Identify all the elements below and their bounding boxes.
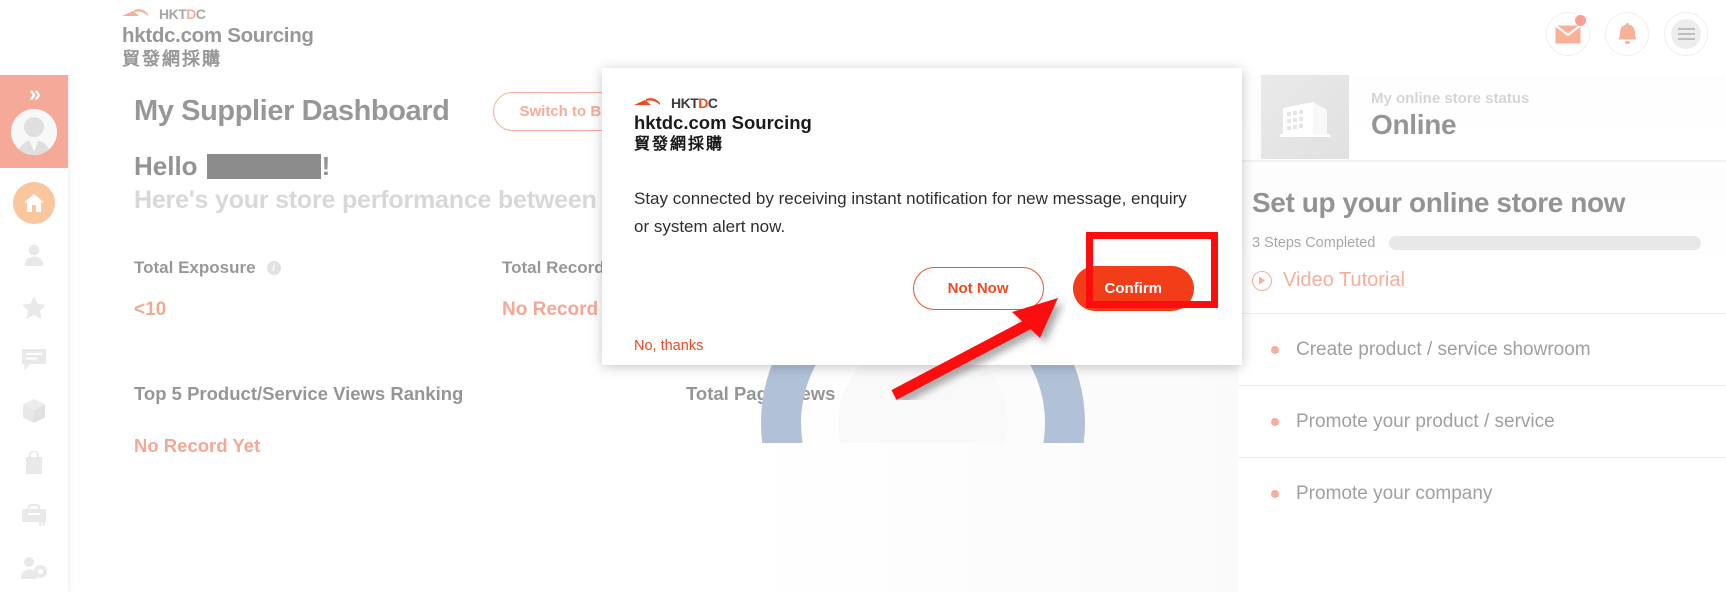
person-gear-icon (21, 556, 47, 579)
store-building-thumb (1261, 71, 1349, 159)
dialog-body: HKTDC hktdc.com Sourcing 貿發網採購 Stay conn… (602, 68, 1242, 312)
setup-section: Set up your online store now 3 Steps Com… (1238, 162, 1726, 292)
play-triangle-icon (1259, 276, 1265, 285)
envelope-icon (1555, 24, 1581, 43)
task-label: Promote your product / service (1296, 410, 1555, 432)
sidebar-item-profile[interactable] (0, 229, 68, 281)
avatar-head (24, 117, 44, 137)
mail-button[interactable] (1546, 12, 1590, 56)
notification-permission-dialog: HKTDC hktdc.com Sourcing 貿發網採購 Stay conn… (602, 68, 1242, 365)
brand-english-name: hktdc.com Sourcing (122, 24, 314, 47)
hktdc-swoosh-icon (122, 8, 148, 16)
ranking-empty-state: No Record Yet (134, 435, 261, 456)
hktdc-mark-row: HKTDC (122, 6, 314, 22)
task-label: Create product / service showroom (1296, 338, 1591, 360)
sidebar-header: » (0, 68, 68, 168)
sidebar-nav (0, 168, 68, 592)
sidebar-item-reports[interactable] (0, 489, 68, 541)
hamburger-menu-icon (1677, 28, 1695, 40)
list-item[interactable]: Promote your product / service (1238, 385, 1726, 457)
dialog-message: Stay connected by receiving instant noti… (634, 189, 1187, 236)
notifications-button[interactable] (1605, 12, 1649, 56)
hamburger-menu-button[interactable] (1664, 12, 1708, 56)
store-status-label: My online store status (1371, 89, 1530, 107)
greeting-prefix: Hello (134, 151, 198, 181)
page-title: My Supplier Dashboard (134, 95, 450, 127)
store-building-icon (1280, 102, 1330, 137)
setup-progress-row: 3 Steps Completed (1252, 235, 1726, 251)
steps-completed-text: 3 Steps Completed (1252, 235, 1376, 251)
store-status-value: Online (1371, 108, 1457, 140)
home-icon (24, 194, 44, 212)
hktdc-swoosh-icon (634, 97, 660, 105)
shopping-bag-icon (26, 451, 42, 474)
brand-logo[interactable]: HKTDC hktdc.com Sourcing 貿發網採購 (122, 6, 314, 70)
right-panel: My online store status Online Set up you… (1238, 70, 1726, 592)
chat-bubble-icon (22, 348, 46, 370)
home-active-circle (13, 182, 55, 224)
hamburger-icon-bg (1671, 19, 1701, 49)
list-item[interactable]: Promote your company (1238, 457, 1726, 529)
box-package-icon (23, 399, 45, 423)
app-root: HKTDC hktdc.com Sourcing 貿發網採購 » My Supp… (0, 0, 1726, 592)
redacted-username (206, 154, 321, 179)
sidebar-item-messages[interactable] (0, 333, 68, 385)
left-sidebar: » (0, 68, 68, 592)
stat-label: Total Exposure (134, 258, 256, 277)
ranking-title: Top 5 Product/Service Views Ranking (134, 383, 464, 404)
play-circle-icon (1252, 270, 1272, 291)
info-icon[interactable]: i (266, 261, 281, 275)
store-status-section: My online store status Online (1238, 70, 1726, 160)
sidebar-item-account-settings[interactable] (0, 541, 68, 592)
bell-icon (1617, 22, 1637, 44)
no-thanks-link[interactable]: No, thanks (602, 338, 1242, 354)
hktdc-wordmark: HKTDC (159, 5, 206, 22)
stat-total-exposure: Total Exposure i <10 (134, 258, 502, 321)
sidebar-expand-icon[interactable]: » (29, 83, 41, 105)
sidebar-item-favourites[interactable] (0, 281, 68, 333)
bullet-dot-icon (1271, 489, 1279, 498)
brand-chinese-name: 貿發網採購 (122, 49, 222, 69)
task-label: Promote your company (1296, 482, 1493, 504)
bullet-dot-icon (1271, 345, 1279, 354)
header-icon-group (1546, 12, 1708, 56)
greeting-suffix: ! (321, 151, 331, 181)
ranking-block: Top 5 Product/Service Views Ranking No R… (134, 383, 686, 457)
star-icon (22, 295, 46, 319)
stat-value: <10 (134, 299, 167, 320)
stat-label: Total Record (502, 258, 605, 277)
avatar[interactable] (11, 109, 57, 155)
store-status-text: My online store status Online (1371, 90, 1529, 141)
dialog-hktdc-mark-row: HKTDC (634, 95, 1210, 111)
briefcase-chart-icon (22, 504, 46, 526)
sidebar-item-orders[interactable] (0, 437, 68, 489)
setup-title: Set up your online store now (1252, 187, 1626, 218)
stat-label-row: Total Exposure i (134, 258, 502, 278)
list-item[interactable]: Create product / service showroom (1238, 313, 1726, 385)
dialog-actions: Not Now Confirm (634, 266, 1210, 312)
unread-dot-badge (1575, 15, 1586, 26)
progress-bar-track (1389, 236, 1702, 250)
dialog-brand-chinese: 貿發網採購 (634, 136, 725, 153)
video-tutorial-link[interactable]: Video Tutorial (1252, 269, 1726, 292)
confirm-button[interactable]: Confirm (1072, 266, 1194, 312)
dialog-brand-english: hktdc.com Sourcing (634, 112, 812, 133)
setup-task-list: Create product / service showroom Promot… (1238, 313, 1726, 529)
hktdc-wordmark: HKTDC (671, 94, 718, 111)
sidebar-item-home[interactable] (0, 177, 68, 229)
not-now-button[interactable]: Not Now (912, 267, 1044, 311)
top-header: HKTDC hktdc.com Sourcing 貿發網採購 (0, 0, 1726, 75)
sidebar-item-products[interactable] (0, 385, 68, 437)
bullet-dot-icon (1271, 417, 1279, 426)
person-icon (24, 244, 44, 266)
video-tutorial-label: Video Tutorial (1283, 269, 1405, 291)
